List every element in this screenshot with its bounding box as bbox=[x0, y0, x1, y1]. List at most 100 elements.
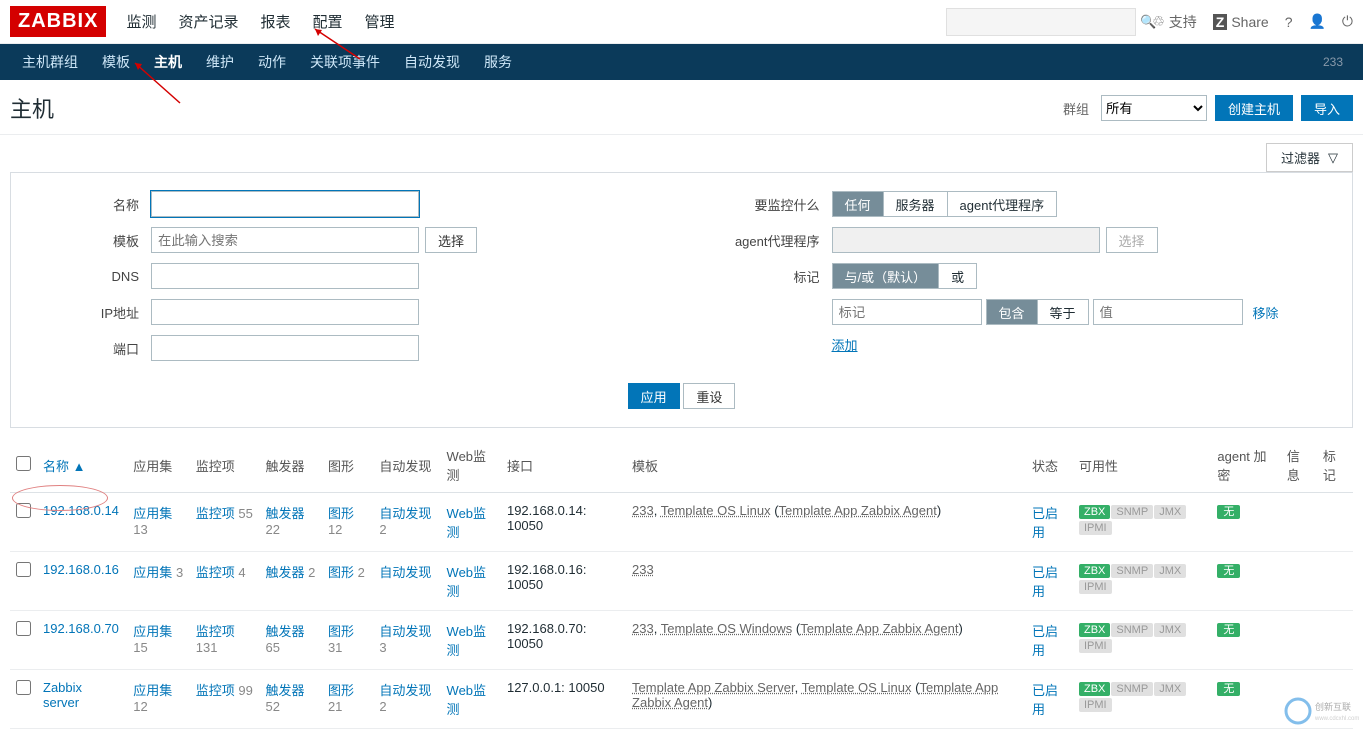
interface-cell: 192.168.0.70: 10050 bbox=[501, 611, 626, 670]
filter-tab-row: 过滤器 ▽ bbox=[0, 135, 1363, 172]
subnav-templates[interactable]: 模板 bbox=[90, 44, 142, 80]
host-name-link[interactable]: 192.168.0.16 bbox=[43, 562, 119, 577]
filter-icon: ▽ bbox=[1328, 150, 1338, 166]
subnav-hostgroups[interactable]: 主机群组 bbox=[10, 44, 90, 80]
tags-mode-or[interactable]: 或 bbox=[938, 264, 976, 288]
nav-monitor[interactable]: 监测 bbox=[124, 1, 158, 42]
templates-cell[interactable]: 233 bbox=[626, 552, 1026, 611]
nav-reports[interactable]: 报表 bbox=[258, 1, 292, 42]
subnav-discovery[interactable]: 自动发现 bbox=[392, 44, 472, 80]
apps-link[interactable]: 应用集 bbox=[133, 624, 172, 639]
triggers-link[interactable]: 触发器 bbox=[265, 624, 304, 639]
discovery-link[interactable]: 自动发现 bbox=[379, 565, 431, 580]
template-select-button[interactable]: 选择 bbox=[425, 227, 477, 253]
table-row: Zabbix server 应用集 12 监控项 99 触发器 52 图形 21… bbox=[10, 670, 1353, 729]
nav-config[interactable]: 配置 bbox=[311, 1, 345, 42]
subnav-services[interactable]: 服务 bbox=[472, 44, 524, 80]
create-host-button[interactable]: 创建主机 bbox=[1215, 95, 1293, 121]
ip-input[interactable] bbox=[151, 299, 419, 325]
web-link[interactable]: Web监测 bbox=[447, 683, 487, 717]
user-icon[interactable]: 👤 bbox=[1308, 13, 1325, 30]
status-link[interactable]: 已启用 bbox=[1032, 565, 1058, 599]
host-name-link[interactable]: Zabbix server bbox=[43, 680, 82, 710]
status-link[interactable]: 已启用 bbox=[1032, 506, 1058, 540]
dns-input[interactable] bbox=[151, 263, 419, 289]
tags-mode-radio[interactable]: 与/或（默认） 或 bbox=[832, 263, 978, 289]
graphs-link[interactable]: 图形 bbox=[328, 506, 354, 521]
table-row: 192.168.0.14 应用集 13 监控项 55 触发器 22 图形 12 … bbox=[10, 493, 1353, 552]
nav-inventory[interactable]: 资产记录 bbox=[176, 1, 240, 42]
status-link[interactable]: 已启用 bbox=[1032, 683, 1058, 717]
col-avail: 可用性 bbox=[1073, 438, 1211, 493]
tag-remove-link[interactable]: 移除 bbox=[1253, 303, 1279, 322]
share-link[interactable]: Z Share bbox=[1213, 14, 1269, 30]
items-link[interactable]: 监控项 bbox=[196, 683, 235, 698]
apps-link[interactable]: 应用集 bbox=[133, 506, 172, 521]
triggers-link[interactable]: 触发器 bbox=[265, 565, 304, 580]
encryption-badge: 无 bbox=[1217, 682, 1240, 696]
tag-op-contains[interactable]: 包含 bbox=[987, 300, 1037, 324]
graphs-link[interactable]: 图形 bbox=[328, 683, 354, 698]
triggers-link[interactable]: 触发器 bbox=[265, 506, 304, 521]
search-input[interactable] bbox=[947, 14, 1140, 29]
reset-button[interactable]: 重设 bbox=[683, 383, 735, 409]
tag-add-link[interactable]: 添加 bbox=[832, 335, 858, 354]
tags-mode-andor[interactable]: 与/或（默认） bbox=[833, 264, 939, 288]
apps-link[interactable]: 应用集 bbox=[133, 683, 172, 698]
col-disc: 自动发现 bbox=[373, 438, 440, 493]
tag-op-equals[interactable]: 等于 bbox=[1037, 300, 1088, 324]
logo[interactable]: ZABBIX bbox=[10, 6, 106, 37]
row-checkbox[interactable] bbox=[16, 562, 31, 577]
nav-admin[interactable]: 管理 bbox=[363, 1, 397, 42]
availability-cell: ZBXSNMPJMXIPMI bbox=[1073, 670, 1211, 729]
row-checkbox[interactable] bbox=[16, 503, 31, 518]
help-icon[interactable]: ? bbox=[1285, 14, 1293, 30]
row-checkbox[interactable] bbox=[16, 680, 31, 695]
subnav-correlation[interactable]: 关联项事件 bbox=[298, 44, 392, 80]
port-input[interactable] bbox=[151, 335, 419, 361]
group-select[interactable]: 所有 bbox=[1101, 95, 1207, 121]
status-link[interactable]: 已启用 bbox=[1032, 624, 1058, 658]
power-icon[interactable]: ⏻ bbox=[1342, 13, 1353, 30]
monitor-any[interactable]: 任何 bbox=[833, 192, 883, 216]
monitor-radio[interactable]: 任何 服务器 agent代理程序 bbox=[832, 191, 1058, 217]
subnav-maintenance[interactable]: 维护 bbox=[194, 44, 246, 80]
items-link[interactable]: 监控项 bbox=[196, 624, 235, 639]
global-search[interactable]: 🔍 bbox=[946, 8, 1136, 36]
template-input[interactable] bbox=[151, 227, 419, 253]
subnav-actions[interactable]: 动作 bbox=[246, 44, 298, 80]
host-name-link[interactable]: 192.168.0.14 bbox=[43, 503, 119, 518]
items-link[interactable]: 监控项 bbox=[196, 565, 235, 580]
templates-cell[interactable]: 233, Template OS Linux (Template App Zab… bbox=[626, 493, 1026, 552]
svg-text:创新互联: 创新互联 bbox=[1315, 701, 1351, 712]
discovery-link[interactable]: 自动发现 bbox=[379, 624, 431, 639]
discovery-link[interactable]: 自动发现 bbox=[379, 506, 431, 521]
items-link[interactable]: 监控项 bbox=[196, 506, 235, 521]
col-iface: 接口 bbox=[501, 438, 626, 493]
apply-button[interactable]: 应用 bbox=[628, 383, 680, 409]
monitor-server[interactable]: 服务器 bbox=[883, 192, 947, 216]
web-link[interactable]: Web监测 bbox=[447, 506, 487, 540]
templates-cell[interactable]: 233, Template OS Windows (Template App Z… bbox=[626, 611, 1026, 670]
filter-tab[interactable]: 过滤器 ▽ bbox=[1266, 143, 1353, 172]
select-all-checkbox[interactable] bbox=[16, 456, 31, 471]
web-link[interactable]: Web监测 bbox=[447, 565, 487, 599]
graphs-link[interactable]: 图形 bbox=[328, 624, 354, 639]
tag-key-input[interactable] bbox=[832, 299, 982, 325]
monitor-proxy[interactable]: agent代理程序 bbox=[947, 192, 1057, 216]
tag-val-input[interactable] bbox=[1093, 299, 1243, 325]
triggers-link[interactable]: 触发器 bbox=[265, 683, 304, 698]
tag-op-radio[interactable]: 包含 等于 bbox=[986, 299, 1089, 325]
web-link[interactable]: Web监测 bbox=[447, 624, 487, 658]
sub-nav: 主机群组 模板 主机 维护 动作 关联项事件 自动发现 服务 233 bbox=[0, 44, 1363, 80]
graphs-link[interactable]: 图形 bbox=[328, 565, 354, 580]
subnav-hosts[interactable]: 主机 bbox=[142, 44, 194, 80]
discovery-link[interactable]: 自动发现 bbox=[379, 683, 431, 698]
apps-link[interactable]: 应用集 bbox=[133, 565, 172, 580]
col-name[interactable]: 名称 ▲ bbox=[37, 438, 127, 493]
name-input[interactable] bbox=[151, 191, 419, 217]
import-button[interactable]: 导入 bbox=[1301, 95, 1353, 121]
hosts-table: 名称 ▲ 应用集 监控项 触发器 图形 自动发现 Web监测 接口 模板 状态 … bbox=[10, 438, 1353, 729]
support-link[interactable]: ♲ 支持 bbox=[1152, 12, 1197, 32]
templates-cell[interactable]: Template App Zabbix Server, Template OS … bbox=[626, 670, 1026, 729]
